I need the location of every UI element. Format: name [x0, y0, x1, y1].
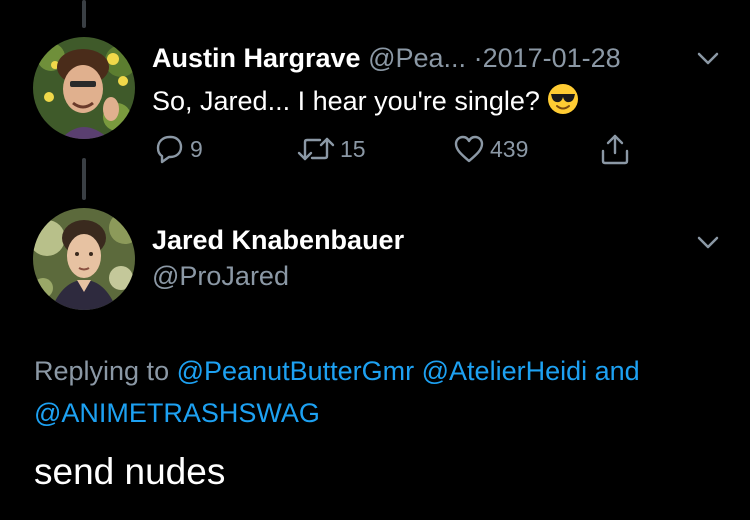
tweet2-text: send nudes — [34, 451, 226, 492]
user-handle[interactable]: @Pea... — [368, 43, 466, 73]
user-handle[interactable]: @ProJared — [152, 260, 289, 292]
tweet-body: So, Jared... I hear you're single? — [152, 86, 540, 116]
share-icon — [601, 134, 629, 165]
retweet-count: 15 — [340, 135, 366, 162]
reply-button[interactable]: 9 — [152, 132, 203, 166]
avatar-image — [33, 208, 135, 310]
tweet-date[interactable]: 2017-01-28 — [483, 43, 621, 73]
thread-connector — [82, 158, 86, 200]
smiling-face-with-sunglasses-icon — [546, 82, 580, 124]
avatar-image — [33, 37, 135, 139]
retweet-icon — [297, 137, 335, 161]
replying-to-label: Replying to — [34, 356, 170, 386]
thread-connector-top — [82, 0, 86, 28]
like-count: 439 — [490, 135, 529, 162]
mention-link[interactable]: @AtelierHeidi — [422, 356, 587, 386]
replying-to-line: Replying to @PeanutButterGmr @AtelierHei… — [34, 350, 724, 434]
avatar-jared-knabenbauer[interactable] — [33, 208, 135, 310]
share-button[interactable] — [598, 132, 632, 166]
avatar-austin-hargrave[interactable] — [33, 37, 135, 139]
separator-dot: · — [473, 43, 483, 73]
chevron-down-icon[interactable] — [697, 236, 719, 250]
display-name[interactable]: Austin Hargrave — [152, 43, 361, 73]
like-button[interactable]: 439 — [452, 132, 528, 166]
mention-conjunction: and — [594, 356, 640, 386]
mention-link[interactable]: @PeanutButterGmr — [177, 356, 415, 386]
reply-icon — [156, 135, 183, 164]
tweet1-header: Austin Hargrave @Pea... ·2017-01-28 — [152, 42, 621, 74]
tweet1-text: So, Jared... I hear you're single? — [152, 82, 580, 124]
mention-link[interactable]: @ANIMETRASHSWAG — [34, 398, 320, 428]
reply-count: 9 — [190, 135, 203, 162]
retweet-button[interactable]: 15 — [296, 132, 366, 166]
heart-icon — [454, 135, 484, 163]
display-name[interactable]: Jared Knabenbauer — [152, 224, 404, 256]
chevron-down-icon[interactable] — [697, 52, 719, 66]
